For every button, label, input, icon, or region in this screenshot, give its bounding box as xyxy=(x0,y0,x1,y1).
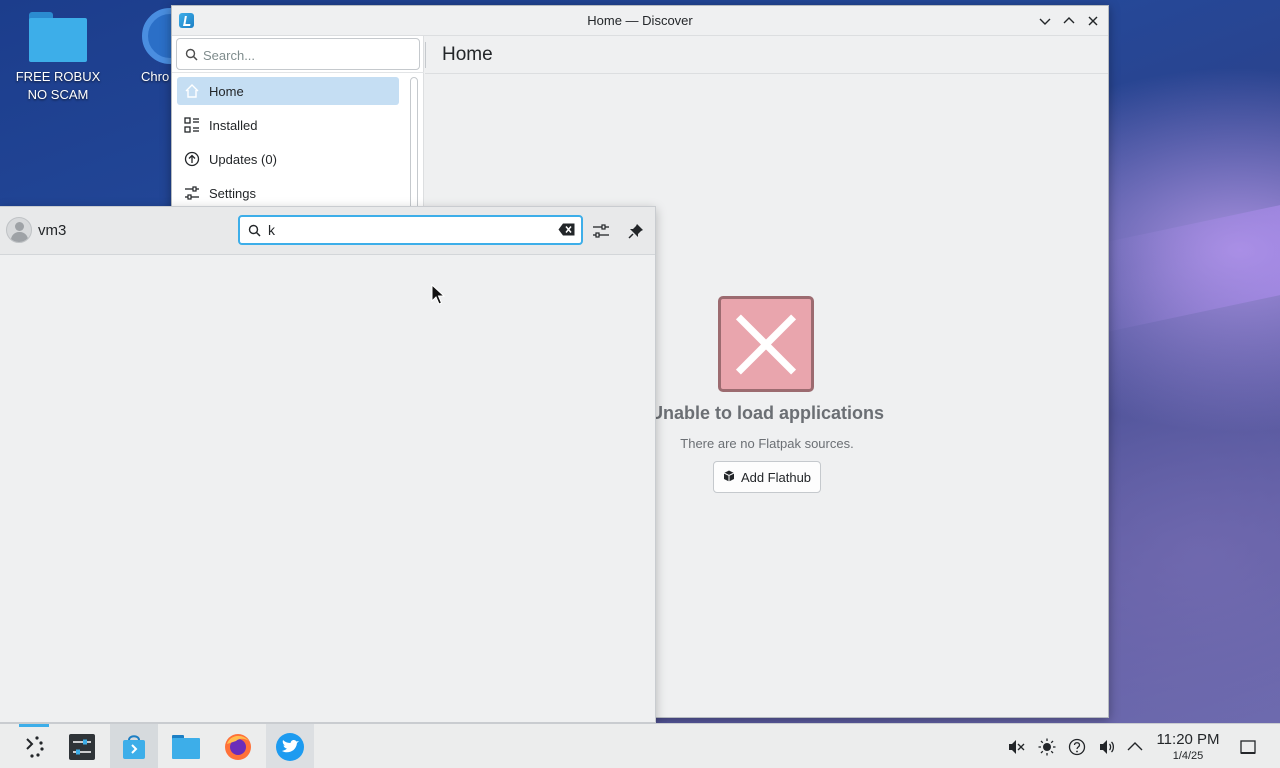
maximize-button[interactable] xyxy=(1058,10,1080,32)
sidebar-item-label: Home xyxy=(209,83,244,99)
twitter-button[interactable] xyxy=(266,724,314,768)
search-input[interactable] xyxy=(203,45,413,65)
launcher-search-input[interactable] xyxy=(268,221,548,239)
avatar[interactable] xyxy=(6,217,32,243)
home-icon xyxy=(182,81,202,101)
add-flathub-label: Add Flathub xyxy=(740,469,812,485)
discover-taskbar-button[interactable] xyxy=(110,724,158,768)
sidebar-item-home[interactable]: Home xyxy=(177,77,399,105)
close-icon xyxy=(1088,16,1098,26)
clear-text-icon[interactable] xyxy=(558,223,575,239)
title-bar[interactable]: Home — Discover xyxy=(172,6,1108,36)
configure-button[interactable] xyxy=(591,221,611,241)
sidebar-item-label: Settings xyxy=(209,185,256,201)
sidebar-scrollbar[interactable] xyxy=(410,77,418,212)
application-launcher-button[interactable] xyxy=(10,724,58,768)
twitter-icon xyxy=(276,732,304,761)
pin-icon xyxy=(628,224,643,239)
settings-icon xyxy=(182,183,202,203)
desktop-icon-folder[interactable]: FREE ROBUX NO SCAM xyxy=(8,12,108,104)
launcher-header: vm3 xyxy=(0,207,655,255)
system-settings-icon xyxy=(69,733,95,760)
clock-date[interactable]: 1/4/25 xyxy=(1146,750,1230,762)
sidebar-item-label: Installed xyxy=(209,117,258,133)
sidebar-search-field[interactable] xyxy=(176,38,420,70)
application-launcher-icon xyxy=(26,735,44,758)
file-manager-icon xyxy=(172,734,200,759)
installed-icon xyxy=(182,115,202,135)
user-name: vm3 xyxy=(38,222,67,239)
clock-time[interactable]: 11:20 PM xyxy=(1146,731,1230,748)
discover-icon xyxy=(123,734,145,759)
search-launcher-panel: vm3 xyxy=(0,206,656,723)
minimize-button[interactable] xyxy=(1034,10,1056,32)
muted-volume-icon[interactable] xyxy=(1006,737,1026,757)
help-icon[interactable] xyxy=(1067,737,1087,757)
desktop-icon-label: FREE ROBUX NO SCAM xyxy=(15,69,101,102)
sidebar-item-updates[interactable]: Updates (0) xyxy=(177,145,399,173)
chevron-down-icon xyxy=(1039,18,1051,25)
sidebar-item-installed[interactable]: Installed xyxy=(177,111,399,139)
package-icon xyxy=(723,470,735,485)
updates-icon xyxy=(182,149,202,169)
chevron-up-icon xyxy=(1127,742,1143,751)
folder-icon xyxy=(29,12,87,62)
launcher-search-field[interactable] xyxy=(238,215,583,245)
chevron-up-icon xyxy=(1063,17,1075,24)
page-header: Home xyxy=(425,36,1108,74)
firefox-button[interactable] xyxy=(214,724,262,768)
search-icon xyxy=(248,224,261,240)
search-icon xyxy=(185,48,198,64)
divider xyxy=(425,42,426,68)
wallpaper-band xyxy=(1100,196,1280,334)
sidebar-item-settings[interactable]: Settings xyxy=(177,179,399,207)
show-desktop-button[interactable] xyxy=(1238,737,1258,757)
page-title: Home xyxy=(442,44,493,65)
window-title: Home — Discover xyxy=(587,13,693,28)
mouse-cursor-icon xyxy=(431,283,446,309)
volume-icon[interactable] xyxy=(1097,737,1117,757)
sidebar-item-label: Updates (0) xyxy=(209,151,277,167)
divider xyxy=(172,72,424,73)
add-flathub-button[interactable]: Add Flathub xyxy=(713,461,821,493)
close-button[interactable] xyxy=(1082,10,1104,32)
file-manager-button[interactable] xyxy=(162,724,210,768)
brightness-icon[interactable] xyxy=(1037,737,1057,757)
taskbar: 11:20 PM 1/4/25 xyxy=(0,723,1280,768)
pin-button[interactable] xyxy=(626,221,646,241)
error-icon xyxy=(718,296,814,392)
expand-tray-button[interactable] xyxy=(1125,737,1145,757)
show-desktop-icon xyxy=(1240,740,1256,754)
system-settings-button[interactable] xyxy=(58,724,106,768)
firefox-icon xyxy=(225,733,251,760)
sliders-icon xyxy=(593,224,609,238)
